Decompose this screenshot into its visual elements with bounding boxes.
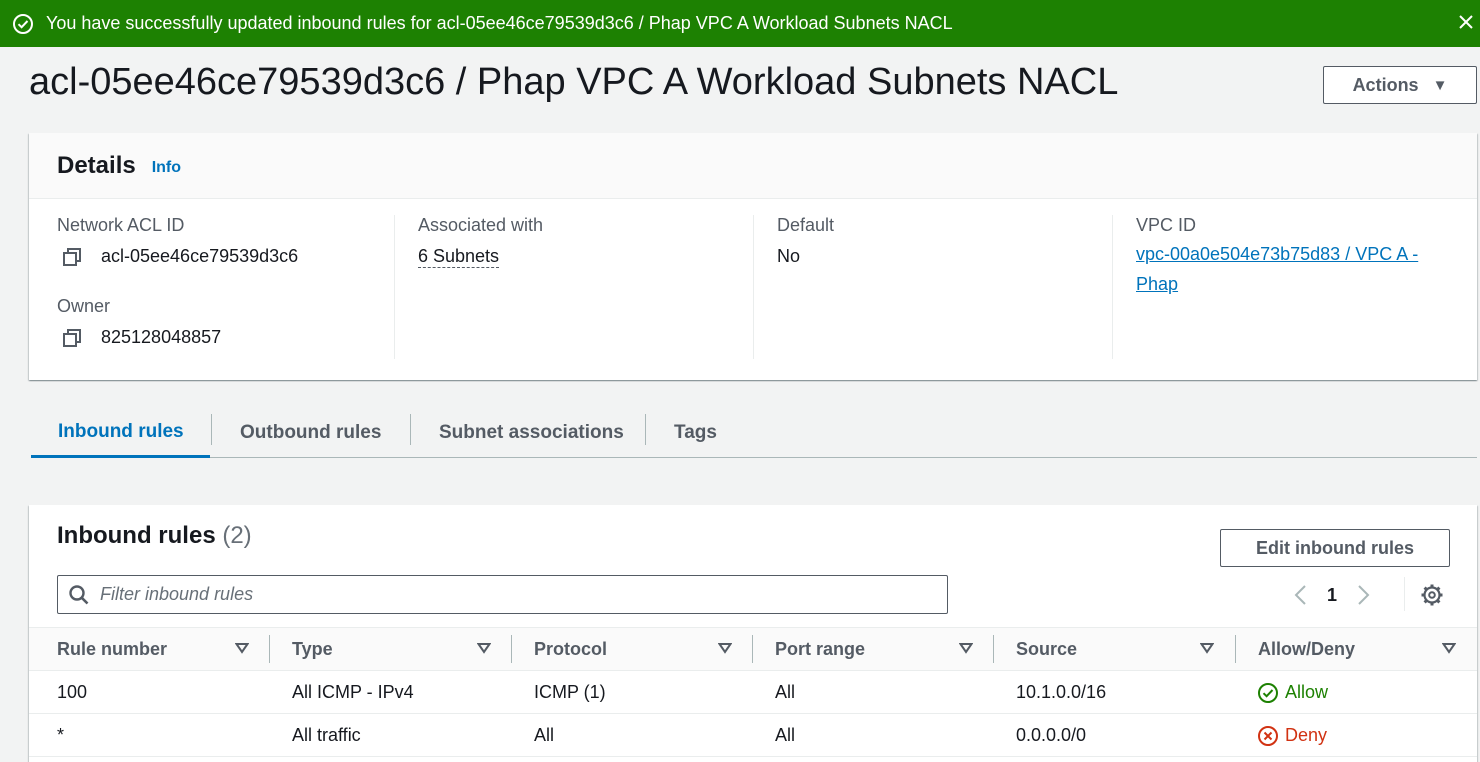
sort-down-icon[interactable] <box>477 642 491 654</box>
cell-port-range: All <box>775 725 796 745</box>
cell-type: All ICMP - IPv4 <box>292 682 414 702</box>
chevron-right-icon[interactable] <box>1353 583 1373 607</box>
status-label: Allow <box>1285 682 1329 702</box>
cell-type: All traffic <box>292 725 361 745</box>
associated-with-label: Associated with <box>418 215 544 235</box>
column-header-source[interactable]: Source <box>1016 628 1228 670</box>
cell-protocol: All <box>534 725 555 745</box>
table-row[interactable]: 100 All ICMP - IPv4 ICMP (1) All 10.1.0.… <box>29 671 1477 714</box>
sort-down-icon[interactable] <box>959 642 973 654</box>
tab-bar: Inbound rules Outbound rules Subnet asso… <box>31 408 1477 458</box>
info-link[interactable]: Info <box>152 159 181 177</box>
network-acl-id-value: acl-05ee46ce79539d3c6 <box>101 246 299 266</box>
page-title: acl-05ee46ce79539d3c6 / Phap VPC A Workl… <box>29 61 1119 103</box>
inbound-rules-panel: Inbound rules (2) Edit inbound rules 1 R… <box>29 505 1477 762</box>
details-column-acl: Network ACL ID acl-05ee46ce79539d3c6 Own… <box>57 215 393 359</box>
cell-source: 0.0.0.0/0 <box>1016 725 1087 745</box>
edit-inbound-rules-button[interactable]: Edit inbound rules <box>1220 529 1450 567</box>
sort-down-icon[interactable] <box>1200 642 1214 654</box>
table-header: Rule number Type Protocol Port range Sou… <box>29 627 1477 671</box>
details-column-default: Default No <box>753 215 1112 359</box>
filter-inbound-rules-input[interactable] <box>100 584 920 605</box>
filter-field[interactable] <box>57 575 948 614</box>
success-check-icon <box>13 13 33 34</box>
column-divider <box>269 635 270 663</box>
status-label: Deny <box>1285 725 1328 745</box>
cell-rule-number: * <box>57 725 65 745</box>
tab-subnet-associations[interactable]: Subnet associations <box>439 408 624 458</box>
cell-source: 10.1.0.0/16 <box>1016 682 1107 702</box>
vpc-id-link[interactable]: vpc-00a0e504e73b75d83 / VPC A - Phap <box>1136 239 1462 299</box>
column-header-allow-deny[interactable]: Allow/Deny <box>1258 628 1470 670</box>
copy-icon[interactable] <box>62 328 82 348</box>
details-title: Details <box>57 151 136 179</box>
close-icon[interactable] <box>1456 11 1476 33</box>
vpc-id-link-line2[interactable]: Phap <box>1136 269 1462 299</box>
column-header-protocol[interactable]: Protocol <box>534 628 746 670</box>
search-icon <box>69 584 89 604</box>
column-divider <box>511 635 512 663</box>
cell-rule-number: 100 <box>57 682 88 702</box>
inbound-rules-title: Inbound rules <box>57 522 216 549</box>
table-row[interactable]: * All traffic All All 0.0.0.0/0 Deny <box>29 714 1477 757</box>
column-header-type[interactable]: Type <box>292 628 504 670</box>
default-label: Default <box>777 215 835 235</box>
details-column-associated: Associated with 6 Subnets <box>394 215 753 359</box>
sort-down-icon[interactable] <box>1442 642 1456 654</box>
column-header-port-range[interactable]: Port range <box>775 628 987 670</box>
actions-button[interactable]: Actions ▼ <box>1323 66 1477 104</box>
default-value: No <box>777 246 801 266</box>
cell-allow-deny: Allow <box>1257 671 1328 714</box>
sort-down-icon[interactable] <box>718 642 732 654</box>
owner-value: 825128048857 <box>101 327 222 347</box>
details-column-vpc: VPC ID vpc-00a0e504e73b75d83 / VPC A - P… <box>1112 215 1462 359</box>
vpc-id-link-line1[interactable]: vpc-00a0e504e73b75d83 / VPC A - <box>1136 239 1462 269</box>
flash-message: You have successfully updated inbound ru… <box>46 13 953 33</box>
column-header-label: Allow/Deny <box>1258 638 1356 659</box>
network-acl-id-label: Network ACL ID <box>57 215 185 235</box>
pagination-divider <box>1404 577 1405 611</box>
column-divider <box>993 635 994 663</box>
column-header-label: Rule number <box>57 638 168 659</box>
tab-divider <box>410 414 411 445</box>
cell-protocol: ICMP (1) <box>534 682 606 702</box>
pagination: 1 <box>1291 583 1373 607</box>
x-circle-icon <box>1258 725 1278 746</box>
sort-down-icon[interactable] <box>235 642 249 654</box>
vpc-id-label: VPC ID <box>1136 215 1197 235</box>
details-panel: Details Info Network ACL ID acl-05ee46ce… <box>29 133 1477 380</box>
column-header-rule-number[interactable]: Rule number <box>57 628 269 670</box>
tab-divider <box>211 414 212 445</box>
column-header-label: Source <box>1016 638 1078 659</box>
tab-tags[interactable]: Tags <box>674 408 717 458</box>
cell-port-range: All <box>775 682 796 702</box>
cell-allow-deny: Deny <box>1257 714 1327 757</box>
column-header-label: Protocol <box>534 638 608 659</box>
owner-label: Owner <box>57 296 111 316</box>
copy-icon[interactable] <box>62 247 82 267</box>
column-header-label: Type <box>292 638 333 659</box>
tab-divider <box>645 414 646 445</box>
column-divider <box>1235 635 1236 663</box>
inbound-rules-count: (2) <box>222 522 252 549</box>
check-circle-icon <box>1258 682 1278 703</box>
column-divider <box>752 635 753 663</box>
tab-inbound-rules[interactable]: Inbound rules <box>31 408 210 458</box>
chevron-left-icon[interactable] <box>1291 583 1311 607</box>
actions-label: Actions <box>1352 74 1419 95</box>
caret-down-icon: ▼ <box>1432 76 1448 94</box>
gear-icon[interactable] <box>1420 583 1444 607</box>
associated-subnets-link[interactable]: 6 Subnets <box>418 246 500 268</box>
details-header: Details Info <box>29 133 1477 199</box>
current-page[interactable]: 1 <box>1327 585 1337 606</box>
success-flash-banner: You have successfully updated inbound ru… <box>0 0 1480 47</box>
inbound-rules-heading: Inbound rules (2) <box>57 522 252 550</box>
tab-outbound-rules[interactable]: Outbound rules <box>240 408 381 458</box>
column-header-label: Port range <box>775 638 866 659</box>
